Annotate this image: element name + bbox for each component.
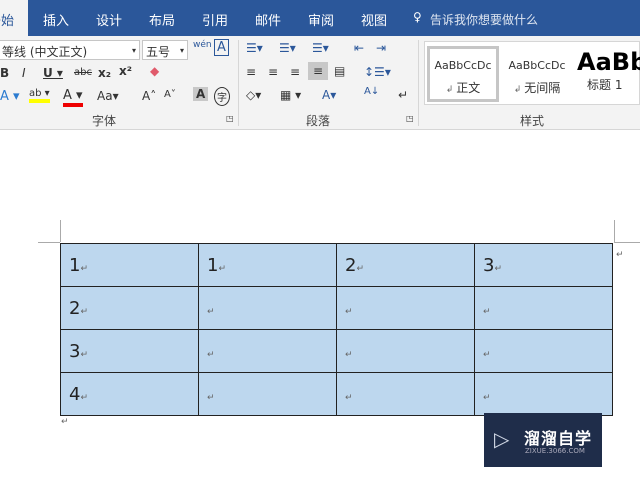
decrease-indent-icon[interactable]: ⇤ bbox=[354, 41, 364, 55]
paragraph-dialog-launcher-icon[interactable]: ◳ bbox=[406, 114, 414, 123]
tab-design[interactable]: 设计 bbox=[96, 10, 122, 29]
margin-marker bbox=[614, 242, 640, 243]
tab-view[interactable]: 视图 bbox=[361, 10, 387, 29]
grow-font-icon[interactable]: A˄ bbox=[142, 89, 156, 103]
watermark-name: 溜溜自学 bbox=[524, 429, 593, 448]
character-border-icon[interactable]: A bbox=[214, 39, 229, 56]
table-cell[interactable]: ↵ bbox=[198, 372, 337, 416]
table-row: 1↵ 1↵ 2↵ 3↵ bbox=[60, 243, 613, 287]
highlight-icon[interactable]: ab ▾ bbox=[29, 88, 50, 103]
table-cell[interactable]: 2↵ bbox=[336, 243, 475, 287]
table-row: 2↵ ↵ ↵ ↵ bbox=[60, 286, 613, 330]
font-size-select[interactable]: 五号 ▾ bbox=[142, 40, 188, 60]
watermark-url: ZIXUE.3066.COM bbox=[525, 447, 585, 455]
table-cell[interactable]: ↵ bbox=[474, 329, 613, 373]
group-divider bbox=[238, 40, 239, 126]
table-cell[interactable]: 2↵ bbox=[60, 286, 199, 330]
margin-marker bbox=[38, 242, 60, 243]
increase-indent-icon[interactable]: ⇥ bbox=[376, 41, 386, 55]
style-normal[interactable]: AaBbCcDc ↲ 正文 bbox=[427, 46, 499, 102]
text-effects-icon[interactable]: A ▾ bbox=[0, 89, 20, 104]
distributed-icon[interactable]: ▤ bbox=[334, 64, 345, 78]
numbering-icon[interactable]: ☰▾ bbox=[279, 41, 296, 55]
tab-insert[interactable]: 插入 bbox=[43, 10, 69, 29]
font-dialog-launcher-icon[interactable]: ◳ bbox=[226, 114, 234, 123]
watermark-logo: ▷ 溜溜自学 ZIXUE.3066.COM bbox=[484, 413, 602, 467]
underline-icon[interactable]: U ▾ bbox=[43, 66, 63, 80]
subscript-icon[interactable]: x₂ bbox=[98, 66, 111, 80]
margin-marker bbox=[60, 220, 61, 242]
style-no-spacing[interactable]: AaBbCcDc ↲ 无间隔 bbox=[501, 46, 573, 102]
ribbon: 等线 (中文正文) ▾ 五号 ▾ wén A B I U ▾ abc x₂ x² ◆… bbox=[0, 36, 640, 130]
table-cell[interactable]: 4↵ bbox=[60, 372, 199, 416]
change-case-icon[interactable]: Aa▾ bbox=[97, 89, 119, 103]
play-icon: ▷ bbox=[494, 427, 510, 451]
italic-icon[interactable]: I bbox=[22, 66, 26, 80]
clear-formatting-icon[interactable]: ◆ bbox=[150, 64, 159, 78]
borders-icon[interactable]: ▦ ▾ bbox=[280, 88, 301, 102]
tab-layout[interactable]: 布局 bbox=[149, 10, 175, 29]
character-shading-icon[interactable]: A bbox=[193, 87, 209, 101]
table-cell[interactable]: 1↵ bbox=[60, 243, 199, 287]
shrink-font-icon[interactable]: A˅ bbox=[164, 89, 176, 100]
tell-me-input[interactable]: 告诉我你想要做什么 bbox=[430, 11, 538, 28]
line-spacing-icon[interactable]: ↕☰▾ bbox=[364, 65, 391, 79]
table-cell[interactable]: ↵ bbox=[474, 372, 613, 416]
phonetic-guide-icon[interactable]: wén bbox=[193, 40, 212, 50]
table-cell[interactable]: 1↵ bbox=[198, 243, 337, 287]
bullets-icon[interactable]: ☰▾ bbox=[246, 41, 263, 55]
paragraph-group-label: 段落 bbox=[306, 114, 331, 128]
bold-icon[interactable]: B bbox=[0, 66, 9, 80]
tab-home[interactable]: 开始 bbox=[0, 0, 28, 36]
strikethrough-icon[interactable]: abc bbox=[74, 67, 92, 78]
enclose-characters-icon[interactable]: 字 bbox=[214, 87, 230, 106]
tab-mailings[interactable]: 邮件 bbox=[255, 10, 281, 29]
styles-gallery: AaBbCcDc ↲ 正文 AaBbCcDc ↲ 无间隔 AaBb 标题 1 bbox=[424, 41, 640, 105]
styles-group-label: 样式 bbox=[520, 114, 545, 128]
table-cell[interactable]: 3↵ bbox=[474, 243, 613, 287]
tab-references[interactable]: 引用 bbox=[202, 10, 228, 29]
asian-layout-icon[interactable]: A▾ bbox=[322, 88, 336, 102]
show-marks-icon[interactable]: ↵ bbox=[398, 88, 408, 102]
end-of-row-mark: ↵ bbox=[616, 250, 624, 260]
table-row: 3↵ ↵ ↵ ↵ bbox=[60, 329, 613, 373]
table-cell[interactable]: ↵ bbox=[474, 286, 613, 330]
table-cell[interactable]: 3↵ bbox=[60, 329, 199, 373]
multilevel-list-icon[interactable]: ☰▾ bbox=[312, 41, 329, 55]
ribbon-tabs: 开始 插入 设计 布局 引用 邮件 审阅 视图 ♀ 告诉我你想要做什么 bbox=[0, 0, 640, 36]
group-divider bbox=[418, 40, 419, 126]
font-name-select[interactable]: 等线 (中文正文) ▾ bbox=[0, 40, 140, 60]
table-cell[interactable]: ↵ bbox=[336, 329, 475, 373]
superscript-icon[interactable]: x² bbox=[119, 64, 132, 78]
lightbulb-icon: ♀ bbox=[413, 10, 422, 24]
table-cell[interactable]: ↵ bbox=[198, 329, 337, 373]
align-center-icon[interactable]: ≡ bbox=[268, 65, 278, 79]
margin-marker bbox=[614, 220, 615, 242]
align-left-icon[interactable]: ≡ bbox=[246, 65, 256, 79]
tab-review[interactable]: 审阅 bbox=[308, 10, 334, 29]
style-heading-1[interactable]: AaBb 标题 1 bbox=[573, 46, 640, 102]
font-color-icon[interactable]: A ▾ bbox=[63, 88, 83, 107]
align-right-icon[interactable]: ≡ bbox=[290, 65, 300, 79]
sort-icon[interactable]: A↓ bbox=[364, 86, 379, 97]
paragraph-mark: ↵ bbox=[61, 417, 69, 427]
document-table[interactable]: 1↵ 1↵ 2↵ 3↵ 2↵ ↵ ↵ ↵ 3↵ ↵ ↵ ↵ 4↵ ↵ ↵ ↵ bbox=[60, 243, 613, 416]
table-row: 4↵ ↵ ↵ ↵ bbox=[60, 372, 613, 416]
justify-icon[interactable]: ≡ bbox=[308, 62, 329, 80]
shading-icon[interactable]: ◇▾ bbox=[246, 88, 261, 102]
font-group-label: 字体 bbox=[92, 114, 117, 128]
table-cell[interactable]: ↵ bbox=[336, 372, 475, 416]
table-cell[interactable]: ↵ bbox=[336, 286, 475, 330]
table-cell[interactable]: ↵ bbox=[198, 286, 337, 330]
